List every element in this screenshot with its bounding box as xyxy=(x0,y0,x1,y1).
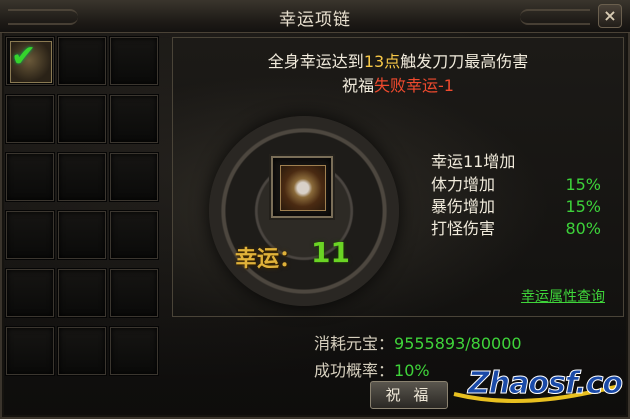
inventory-slot[interactable] xyxy=(6,153,54,201)
stat-name: 暴伤增加 xyxy=(431,197,496,216)
rate-label: 成功概率： xyxy=(314,361,395,380)
stat-row: 暴伤增加 15% xyxy=(431,196,601,218)
desc-highlight: 13点 xyxy=(363,52,401,71)
inventory-slot[interactable] xyxy=(58,211,106,259)
desc-suffix: 触发刀刀最高伤害 xyxy=(400,52,529,71)
inventory-slot[interactable] xyxy=(110,269,158,317)
luck-stats: 幸运11增加 体力增加 15% 暴伤增加 15% 打怪伤害 80% xyxy=(431,148,601,240)
watermark-logo: Zhaosf.co xyxy=(452,364,624,404)
stats-header: 幸运11增加 xyxy=(431,152,516,171)
cost-value: 9555893/80000 xyxy=(394,334,522,353)
luck-panel: 全身幸运达到13点触发刀刀最高伤害 祝福失败幸运-1 幸运： 11 幸运11增加… xyxy=(172,37,624,317)
trigger-description: 全身幸运达到13点触发刀刀最高伤害 xyxy=(173,48,623,72)
title-bar: 幸运项链 × xyxy=(0,0,630,33)
desc-prefix: 全身幸运达到 xyxy=(267,52,364,71)
necklace-slot[interactable] xyxy=(271,156,333,218)
inventory-grid: ✔ xyxy=(6,37,162,381)
cost-label: 消耗元宝： xyxy=(314,334,395,353)
stat-name: 打怪伤害 xyxy=(431,219,496,238)
watermark-text: Zhaosf.co xyxy=(467,366,623,402)
bless-prefix: 祝福 xyxy=(342,76,375,95)
rate-value: 10% xyxy=(394,361,430,380)
inventory-slot[interactable] xyxy=(6,269,54,317)
inventory-slot[interactable] xyxy=(58,269,106,317)
inventory-slot[interactable] xyxy=(58,37,106,85)
stat-row: 体力增加 15% xyxy=(431,174,601,196)
inventory-slot[interactable] xyxy=(110,95,158,143)
necklace-icon xyxy=(280,165,326,211)
checkmark-icon: ✔ xyxy=(11,39,37,74)
close-button[interactable]: × xyxy=(598,4,622,28)
inventory-slot[interactable] xyxy=(6,211,54,259)
inventory-slot[interactable] xyxy=(6,95,54,143)
luck-label: 幸运： xyxy=(235,247,302,272)
stat-value: 80% xyxy=(565,219,601,238)
success-rate-line: 成功概率：10% xyxy=(314,357,430,381)
bless-failure-note: 失败幸运-1 xyxy=(374,76,454,95)
inventory-slot[interactable] xyxy=(58,327,106,375)
inventory-slot[interactable] xyxy=(110,37,158,85)
title-ornament xyxy=(520,9,590,25)
stat-name: 体力增加 xyxy=(431,175,496,194)
stat-value: 15% xyxy=(565,197,601,216)
inventory-slot[interactable]: ✔ xyxy=(6,37,54,85)
inventory-slot[interactable] xyxy=(58,95,106,143)
bless-description: 祝福失败幸运-1 xyxy=(173,72,623,96)
stat-row: 打怪伤害 80% xyxy=(431,218,601,240)
inventory-slot[interactable] xyxy=(110,211,158,259)
cost-line: 消耗元宝：9555893/80000 xyxy=(314,330,522,354)
luck-value: 11 xyxy=(311,236,350,269)
bless-button[interactable]: 祝 福 xyxy=(370,381,448,409)
luck-attribute-query-link[interactable]: 幸运属性查询 xyxy=(521,286,605,306)
inventory-slot[interactable] xyxy=(58,153,106,201)
luck-necklace-window: 幸运项链 × ✔ 全身幸运达到13点触发刀刀最高伤害 祝福失败幸运-1 幸运： … xyxy=(0,0,630,419)
inventory-slot[interactable] xyxy=(110,327,158,375)
inventory-slot[interactable] xyxy=(6,327,54,375)
stat-value: 15% xyxy=(565,175,601,194)
inventory-slot[interactable] xyxy=(110,153,158,201)
